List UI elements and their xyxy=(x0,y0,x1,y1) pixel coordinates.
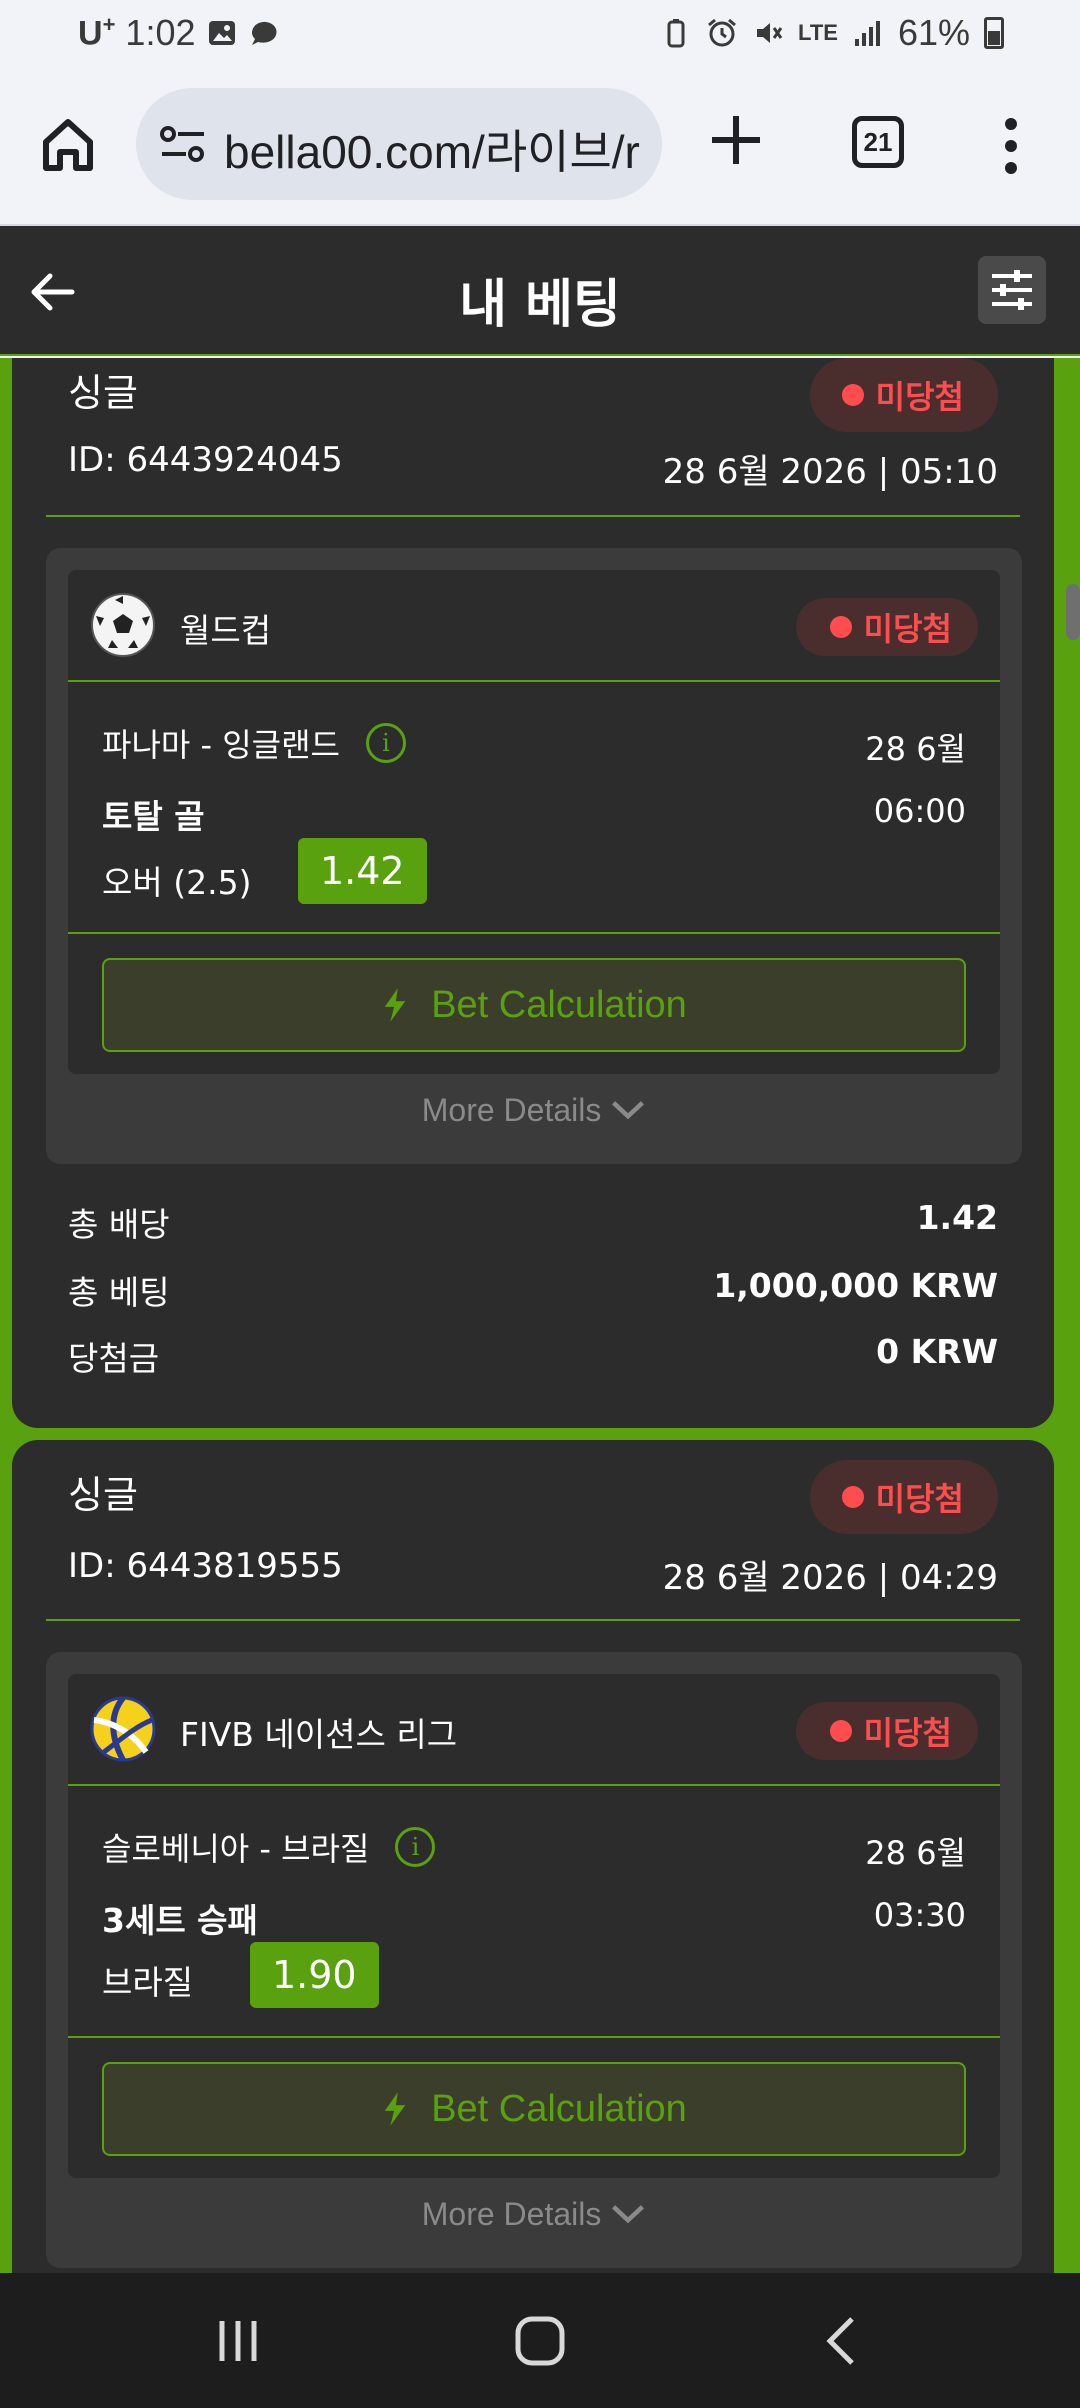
info-icon[interactable]: i xyxy=(395,1827,436,1867)
tabs-icon[interactable]: 21 xyxy=(852,116,904,168)
alarm-icon xyxy=(708,18,736,47)
home-circle-icon[interactable] xyxy=(512,2313,568,2369)
mute-icon xyxy=(757,23,783,43)
bet-date: 28 6월 2026 | 05:10 xyxy=(662,452,998,492)
league-row: FIVB 네이션스 리그 미당첨 xyxy=(68,1674,1000,1786)
gallery-icon xyxy=(208,21,235,45)
bet-calculation-button[interactable]: Bet Calculation xyxy=(102,958,966,1052)
filter-sliders-icon xyxy=(992,270,1032,310)
status-dot-icon xyxy=(841,1486,864,1508)
status-bar: U+ 1:02 LTE 61% xyxy=(0,0,1080,66)
more-vert-icon[interactable] xyxy=(996,114,1026,178)
address-bar[interactable]: bella00.com/라이브/r xyxy=(136,88,662,200)
match-name: 파나마 - 잉글랜드 i xyxy=(102,720,406,766)
selection-item: FIVB 네이션스 리그 미당첨 슬로베니아 - 브라질 i 28 6월 3세트… xyxy=(68,1674,1000,2178)
match-name: 슬로베니아 - 브라질 i xyxy=(102,1824,436,1870)
recent-apps-icon[interactable] xyxy=(210,2313,266,2369)
winnings-value: 0 KRW xyxy=(876,1332,998,1371)
lightning-icon xyxy=(384,2092,406,2126)
recycle-battery-icon xyxy=(667,19,685,48)
match-time: 06:00 xyxy=(873,792,966,830)
status-dot-icon xyxy=(841,384,864,406)
selection-item: 월드컵 미당첨 파나마 - 잉글랜드 i 28 6월 토탈 골 06:00 오버… xyxy=(68,570,1000,1074)
pick-name: 오버 (2.5) xyxy=(102,863,252,902)
lightning-icon xyxy=(384,988,406,1022)
battery-percent: 61% xyxy=(897,12,970,53)
bet-id: ID: 6443819555 xyxy=(68,1546,343,1586)
bet-card: 싱글 미당첨 ID: 6443924045 28 6월 2026 | 05:10… xyxy=(12,358,1054,1428)
browser-toolbar: bella00.com/라이브/r 21 xyxy=(0,66,1080,226)
selections-panel: FIVB 네이션스 리그 미당첨 슬로베니아 - 브라질 i 28 6월 3세트… xyxy=(46,1652,1022,2268)
more-details-toggle[interactable]: More Details xyxy=(46,1092,1022,1129)
site-settings-icon[interactable] xyxy=(160,124,206,164)
league-name: FIVB 네이션스 리그 xyxy=(180,1715,458,1754)
total-odds-label: 총 배당 xyxy=(68,1205,170,1244)
divider xyxy=(68,2036,1000,2038)
league-row: 월드컵 미당첨 xyxy=(68,570,1000,682)
bet-id: ID: 6443924045 xyxy=(68,440,343,480)
total-odds-value: 1.42 xyxy=(916,1198,998,1237)
volleyball-icon xyxy=(90,1696,156,1762)
clock: 1:02 xyxy=(125,12,196,53)
back-chevron-icon[interactable] xyxy=(814,2313,870,2369)
page-title: 내 베팅 xyxy=(459,275,621,335)
match-time: 03:30 xyxy=(873,1896,966,1934)
divider xyxy=(46,515,1020,517)
status-badge: 미당첨 xyxy=(809,358,998,432)
odds-value: 1.42 xyxy=(298,838,427,904)
market-name: 토탈 골 xyxy=(102,797,205,836)
signal-icon xyxy=(854,21,880,46)
selection-status-badge: 미당첨 xyxy=(795,598,978,656)
network-type: LTE xyxy=(798,20,838,45)
filter-button[interactable] xyxy=(978,256,1046,324)
soccer-ball-icon xyxy=(91,593,155,657)
match-date: 28 6월 xyxy=(865,1834,966,1872)
divider xyxy=(68,932,1000,934)
carrier-label: U+ xyxy=(78,12,116,53)
status-badge: 미당첨 xyxy=(809,1460,998,1534)
battery-icon xyxy=(984,17,1004,49)
selections-panel: 월드컵 미당첨 파나마 - 잉글랜드 i 28 6월 토탈 골 06:00 오버… xyxy=(46,548,1022,1164)
total-stake-value: 1,000,000 KRW xyxy=(713,1266,998,1305)
status-dot-icon xyxy=(829,616,852,638)
chat-bubble-icon xyxy=(251,21,277,45)
system-nav-bar xyxy=(0,2273,1080,2408)
chevron-down-icon xyxy=(612,1101,645,1120)
league-name: 월드컵 xyxy=(180,611,272,650)
more-details-toggle[interactable]: More Details xyxy=(46,2196,1022,2233)
total-stake-label: 총 베팅 xyxy=(68,1273,170,1312)
app-header: 내 베팅 xyxy=(0,226,1080,356)
bet-card: 싱글 미당첨 ID: 6443819555 28 6월 2026 | 04:29… xyxy=(12,1440,1054,2273)
bet-type: 싱글 xyxy=(68,371,138,415)
bet-calculation-button[interactable]: Bet Calculation xyxy=(102,2062,966,2156)
selection-status-badge: 미당첨 xyxy=(795,1702,978,1760)
divider xyxy=(46,1619,1020,1621)
plus-icon[interactable] xyxy=(706,110,766,170)
match-date: 28 6월 xyxy=(865,730,966,768)
url-text[interactable]: bella00.com/라이브/r xyxy=(224,116,640,182)
winnings-label: 당첨금 xyxy=(68,1339,160,1378)
info-icon[interactable]: i xyxy=(365,723,406,763)
bet-type: 싱글 xyxy=(68,1473,138,1517)
home-icon[interactable] xyxy=(36,112,100,176)
odds-value: 1.90 xyxy=(250,1942,379,2008)
bets-list: 싱글 미당첨 ID: 6443924045 28 6월 2026 | 05:10… xyxy=(0,358,1080,2273)
chevron-down-icon xyxy=(612,2205,645,2224)
pick-name: 브라질 xyxy=(102,1963,194,2002)
status-dot-icon xyxy=(829,1720,852,1742)
scrollbar[interactable] xyxy=(1066,584,1080,640)
market-name: 3세트 승패 xyxy=(102,1901,258,1940)
bet-date: 28 6월 2026 | 04:29 xyxy=(662,1558,998,1598)
